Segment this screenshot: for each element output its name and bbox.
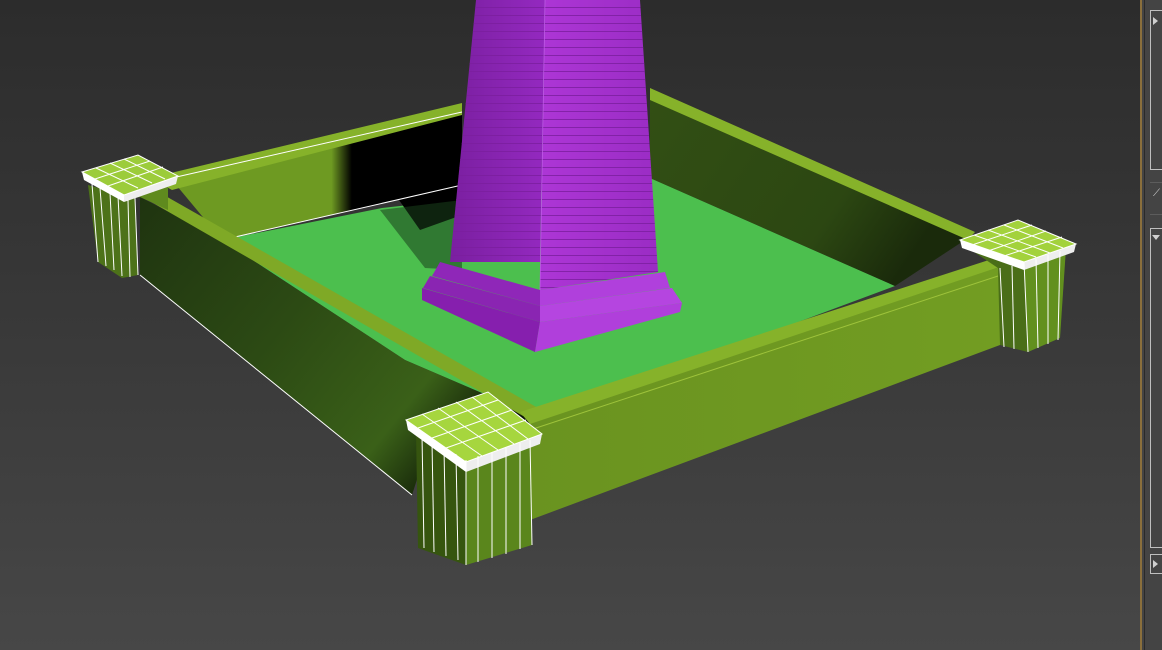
app-window: ⟋: [0, 0, 1162, 650]
command-panel: ⟋: [1140, 0, 1162, 650]
perspective-viewport[interactable]: [0, 0, 1140, 650]
rollout-2: [1150, 228, 1162, 548]
pick-icon[interactable]: ⟋: [1153, 188, 1162, 200]
expand-arrow-icon[interactable]: [1153, 560, 1158, 568]
panel-splitter[interactable]: [1140, 0, 1142, 650]
expand-arrow-icon[interactable]: [1153, 17, 1158, 25]
collapse-arrow-icon[interactable]: [1152, 235, 1160, 240]
corner-post-front[interactable]: [404, 391, 544, 565]
rollout-1: [1150, 10, 1162, 170]
panel-separator: [1150, 214, 1162, 215]
panel-separator: [1150, 182, 1162, 183]
scene-canvas[interactable]: [0, 0, 1140, 650]
rollout-3: [1150, 554, 1162, 574]
panel-border: [1144, 0, 1145, 650]
